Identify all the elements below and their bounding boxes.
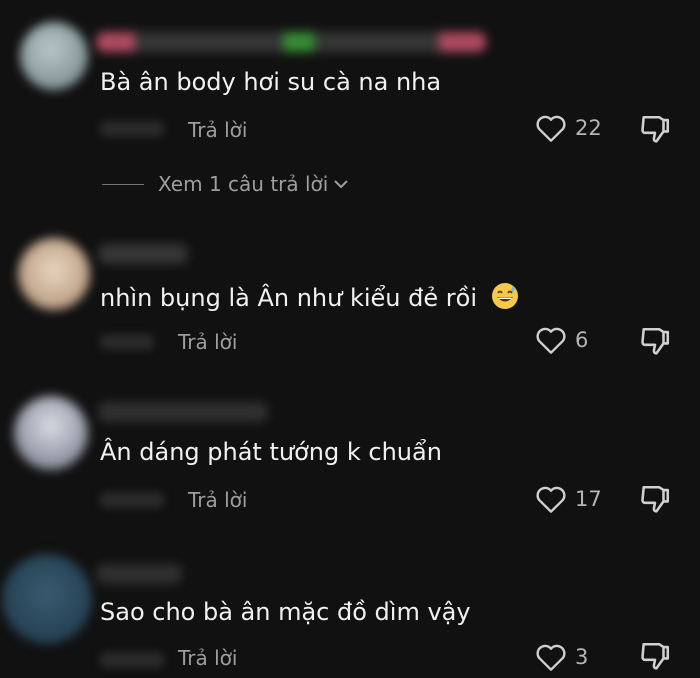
heart-outline-icon: [536, 115, 566, 142]
like-count: 6: [575, 328, 589, 352]
comment-item: Sao cho bà ân mặc đồ dìm vậy Trả lời 3: [0, 540, 700, 671]
avatar[interactable]: [2, 554, 92, 644]
sweat-smile-emoji: [491, 283, 518, 309]
comment-text: Bà ân body hơi su cà na nha: [100, 68, 442, 96]
view-replies-button[interactable]: Xem 1 câu trả lời: [102, 172, 350, 196]
divider-line: [102, 183, 144, 185]
dislike-button[interactable]: [638, 483, 672, 521]
username-blurred[interactable]: [96, 564, 182, 584]
comment-date-blurred: [100, 334, 154, 350]
comment-item: Bà ân body hơi su cà na nha Trả lời 22: [0, 0, 700, 160]
comment-date-blurred: [100, 121, 164, 137]
heart-outline-icon: [536, 327, 566, 354]
thumbs-down-icon: [641, 642, 670, 670]
comment-item: Ân dáng phát tướng k chuẩn Trả lời 17: [0, 380, 700, 530]
reply-button[interactable]: Trả lời: [178, 646, 237, 670]
comment-text: Sao cho bà ân mặc đồ dìm vậy: [100, 598, 471, 626]
chevron-down-icon: [334, 180, 349, 189]
comment-item: nhìn bụng là Ân như kiểu đẻ rồi Trả lời …: [0, 220, 700, 370]
avatar[interactable]: [18, 238, 90, 310]
comment-date-blurred: [100, 652, 164, 668]
like-count: 3: [575, 645, 589, 669]
heart-outline-icon: [536, 486, 566, 513]
thumbs-down-icon: [641, 115, 670, 143]
thumbs-down-icon: [641, 485, 670, 513]
avatar[interactable]: [20, 22, 88, 90]
like-count: 22: [575, 116, 602, 140]
comment-text: Ân dáng phát tướng k chuẩn: [100, 438, 442, 466]
comment-text: nhìn bụng là Ân như kiểu đẻ rồi: [100, 282, 519, 312]
username-blurred[interactable]: [98, 244, 188, 264]
username-blurred[interactable]: [98, 402, 268, 422]
reply-button[interactable]: Trả lời: [188, 488, 247, 512]
comment-date-blurred: [100, 492, 164, 508]
comment-text-content: nhìn bụng là Ân như kiểu đẻ rồi: [100, 284, 477, 312]
like-button[interactable]: 17: [535, 484, 602, 514]
dislike-button[interactable]: [638, 325, 672, 363]
avatar[interactable]: [14, 396, 88, 470]
reply-button[interactable]: Trả lời: [178, 330, 237, 354]
dislike-button[interactable]: [638, 113, 672, 151]
thumbs-down-icon: [641, 327, 670, 355]
like-button[interactable]: 22: [535, 113, 602, 143]
username-blurred[interactable]: [96, 32, 486, 52]
like-button[interactable]: 6: [535, 325, 588, 355]
view-replies-label: Xem 1 câu trả lời: [158, 172, 329, 196]
reply-button[interactable]: Trả lời: [188, 118, 247, 142]
dislike-button[interactable]: [638, 640, 672, 678]
like-count: 17: [575, 487, 602, 511]
